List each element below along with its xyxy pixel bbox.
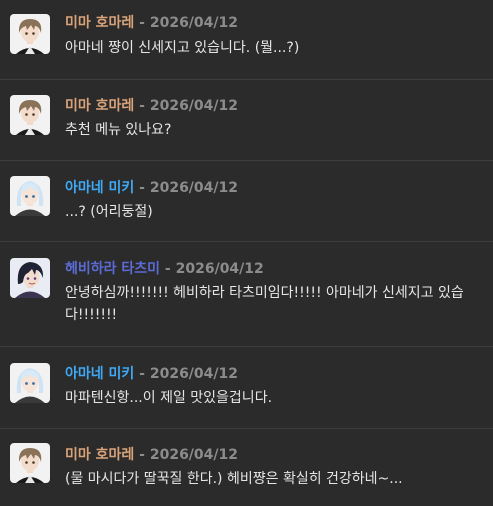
author-name[interactable]: 아마네 미키	[65, 366, 134, 382]
chat-message: 헤비하라 타츠미 - 2026/04/12 안녕하심까!!!!!!! 헤비하라 …	[0, 241, 493, 346]
message-text: ...? (어리둥절)	[65, 204, 153, 220]
chat-message: 아마네 미키 - 2026/04/12 마파텐신항...이 제일 맛있을겁니다.	[0, 346, 493, 428]
white-haired-girl-avatar-icon[interactable]	[10, 363, 50, 403]
message-header: 미마 호마레 - 2026/04/12	[65, 446, 238, 464]
message-date: 2026/04/12	[149, 15, 238, 31]
message-date: 2026/04/12	[149, 180, 238, 196]
message-header: 아마네 미키 - 2026/04/12	[65, 365, 238, 383]
message-text: 아마네 쨩이 신세지고 있습니다. (뭘...?)	[65, 40, 300, 56]
dark-haired-boy-avatar-icon[interactable]	[10, 258, 50, 298]
chat-message: 미마 호마레 - 2026/04/12 추천 메뉴 있나요?	[0, 79, 493, 160]
chat-message: 아마네 미키 - 2026/04/12 ...? (어리둥절)	[0, 160, 493, 241]
message-text: 추천 메뉴 있나요?	[65, 122, 172, 138]
author-name[interactable]: 미마 호마레	[65, 98, 134, 114]
header-separator: -	[164, 261, 171, 277]
author-name[interactable]: 미마 호마레	[65, 447, 134, 463]
chat-log: 미마 호마레 - 2026/04/12 아마네 쨩이 신세지고 있습니다. (뭘…	[0, 0, 493, 506]
message-date: 2026/04/12	[149, 366, 238, 382]
header-separator: -	[139, 98, 145, 114]
chat-message: 미마 호마레 - 2026/04/12 아마네 쨩이 신세지고 있습니다. (뭘…	[0, 0, 493, 79]
author-name[interactable]: 미마 호마레	[65, 15, 134, 31]
message-header: 미마 호마레 - 2026/04/12	[65, 14, 238, 32]
header-separator: -	[139, 447, 145, 463]
message-header: 미마 호마레 - 2026/04/12	[65, 97, 238, 115]
message-date: 2026/04/12	[175, 261, 264, 277]
brown-haired-boy-avatar-icon[interactable]	[10, 95, 50, 135]
white-haired-girl-avatar-icon[interactable]	[10, 176, 50, 216]
header-separator: -	[139, 180, 145, 196]
message-text: 안녕하심까!!!!!!! 헤비하라 타츠미임다!!!!! 아마네가 신세지고 있…	[65, 285, 464, 323]
author-name[interactable]: 아마네 미키	[65, 180, 134, 196]
message-header: 아마네 미키 - 2026/04/12	[65, 179, 238, 197]
brown-haired-boy-avatar-icon[interactable]	[10, 14, 50, 54]
chat-message: 미마 호마레 - 2026/04/12 (물 마시다가 딸꾹질 한다.) 헤비쨩…	[0, 428, 493, 506]
header-separator: -	[139, 366, 145, 382]
brown-haired-boy-avatar-icon[interactable]	[10, 443, 50, 483]
header-separator: -	[139, 15, 145, 31]
message-date: 2026/04/12	[149, 447, 238, 463]
message-text: 마파텐신항...이 제일 맛있을겁니다.	[65, 390, 273, 406]
message-text: (물 마시다가 딸꾹질 한다.) 헤비쨩은 확실히 건강하네~...	[65, 471, 403, 487]
message-header: 헤비하라 타츠미 - 2026/04/12	[65, 260, 264, 278]
message-date: 2026/04/12	[149, 98, 238, 114]
author-name[interactable]: 헤비하라 타츠미	[65, 261, 160, 277]
